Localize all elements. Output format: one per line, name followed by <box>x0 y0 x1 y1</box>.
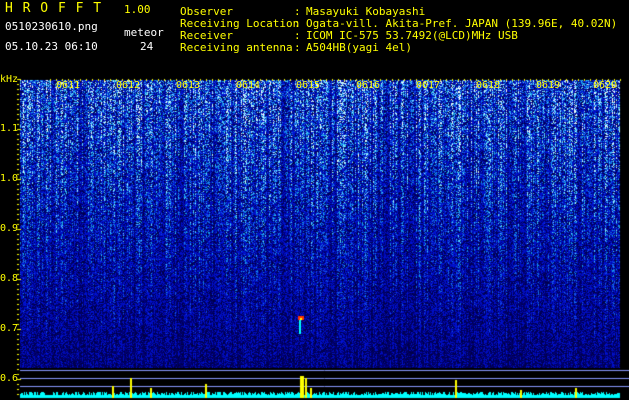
filename: 0510230610.png <box>5 20 98 33</box>
time-tick: 0617 <box>416 80 441 91</box>
app-name: H R O F F T <box>5 1 103 16</box>
info-label-antenna: Receiving antenna <box>180 41 293 54</box>
time-tick: 0620 <box>593 80 618 91</box>
freq-tick: 1.0 <box>0 173 19 184</box>
time-tick: 0613 <box>176 80 201 91</box>
time-tick: 0615 <box>296 80 321 91</box>
app-version: 1.00 <box>124 3 151 16</box>
time-tick: 0618 <box>476 80 501 91</box>
freq-tick: 0.9 <box>0 223 19 234</box>
time-tick: 0611 <box>56 80 81 91</box>
time-tick: 0612 <box>116 80 141 91</box>
info-value-antenna: A504HB(yagi 4el) <box>306 41 412 54</box>
time-tick: 0619 <box>536 80 561 91</box>
freq-tick: 1.1 <box>0 123 19 134</box>
y-unit-label: kHz <box>0 74 19 85</box>
spectrogram-canvas <box>0 0 629 400</box>
datetime: 05.10.23 06:10 <box>5 40 98 53</box>
info-sep: : <box>294 41 301 54</box>
hroft-screen: H R O F F T 1.00 0510230610.png meteor 0… <box>0 0 629 400</box>
freq-tick: 0.6 <box>0 373 19 384</box>
time-tick: 0616 <box>356 80 381 91</box>
meteor-label: meteor <box>124 26 164 39</box>
time-tick: 0614 <box>236 80 261 91</box>
freq-tick: 0.7 <box>0 323 19 334</box>
meteor-count: 24 <box>140 40 154 53</box>
freq-tick: 0.8 <box>0 273 19 284</box>
